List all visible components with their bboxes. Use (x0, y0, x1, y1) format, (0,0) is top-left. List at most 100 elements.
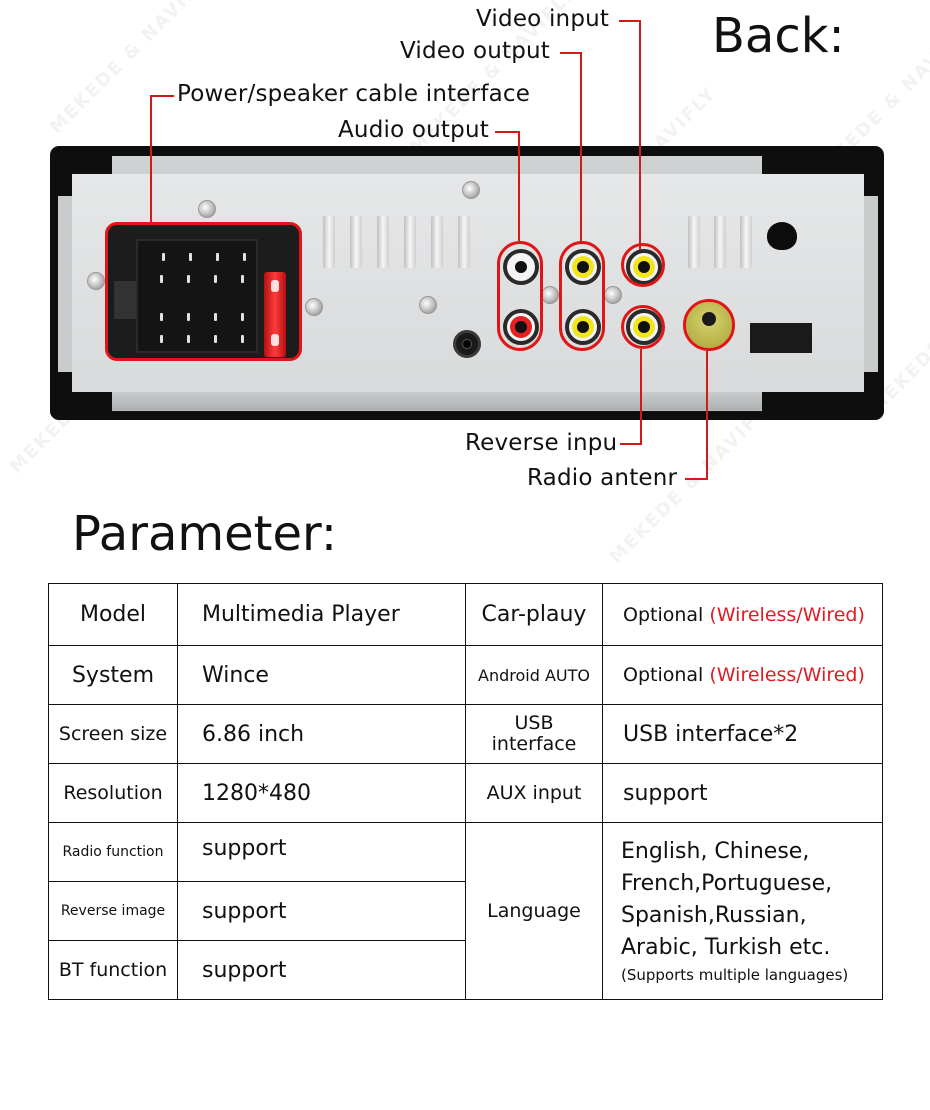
aux-hole (462, 339, 472, 349)
spec-key: Model (48, 583, 178, 646)
connector-pin (187, 335, 190, 343)
vent-slot (458, 216, 470, 268)
spec-value: Wince (177, 645, 466, 705)
screw-icon (419, 296, 437, 314)
spec-value: support (177, 940, 466, 1000)
spec-key: AUX input (465, 763, 603, 823)
spec-key: Screen size (48, 704, 178, 764)
connector-pin (243, 253, 246, 261)
fuse (264, 272, 286, 357)
connector-pin (189, 253, 192, 261)
screw-icon (198, 200, 216, 218)
language-line: Arabic, Turkish etc. (621, 935, 831, 960)
connector-pin (162, 253, 165, 261)
radio-antenna-highlight (683, 299, 735, 351)
spec-key: Car-plauy (465, 583, 603, 646)
spec-value-text: Optional (623, 664, 704, 686)
spec-key: BT function (48, 940, 178, 1000)
table-row: Resolution 1280*480 AUX input support (48, 763, 883, 823)
spec-value: support (177, 822, 466, 882)
callout-power-speaker: Power/speaker cable interface (177, 81, 531, 107)
spec-key: Resolution (48, 763, 178, 823)
language-line: French,Portuguese, (621, 871, 833, 896)
connector-pin (241, 275, 244, 283)
spec-value: 6.86 inch (177, 704, 466, 764)
spec-table: Model Multimedia Player Car-plauy Option… (48, 583, 883, 1000)
mount-hole (767, 222, 797, 250)
table-row: Model Multimedia Player Car-plauy Option… (48, 583, 883, 646)
leader-video-input (619, 20, 641, 250)
connector-pin (214, 275, 217, 283)
spec-key: Language (465, 822, 603, 1000)
connector-pin (214, 335, 217, 343)
spec-value: support (177, 881, 466, 941)
callout-audio-output: Audio output (338, 117, 489, 143)
connector-latch (114, 281, 136, 319)
connector-pin (187, 275, 190, 283)
spec-key: USB interface (465, 704, 603, 764)
language-line: Spanish,Russian, (621, 903, 807, 928)
connector-pin (214, 313, 217, 321)
audio-output-highlight (497, 241, 543, 351)
spec-key: Android AUTO (465, 645, 603, 705)
spec-value: Optional (Wireless/Wired) (602, 645, 883, 705)
spec-value: Optional (Wireless/Wired) (602, 583, 883, 646)
leader-reverse-input (620, 349, 642, 445)
reverse-input-highlight (621, 305, 665, 349)
video-output-highlight (559, 241, 605, 351)
leader-radio-antenna (685, 351, 708, 480)
screw-icon (541, 286, 559, 304)
connector-pin (241, 335, 244, 343)
connector-pin (241, 313, 244, 321)
table-row: System Wince Android AUTO Optional (Wire… (48, 645, 883, 705)
screw-icon (462, 181, 480, 199)
vent-slot (404, 216, 416, 268)
vent-slot (377, 216, 389, 268)
vent-slot (740, 216, 752, 268)
spec-key: System (48, 645, 178, 705)
screw-icon (604, 286, 622, 304)
language-note: (Supports multiple languages) (621, 966, 849, 984)
side-bracket-right (864, 196, 878, 372)
connector-pin (160, 313, 163, 321)
leader-video-output (560, 52, 582, 242)
callout-reverse-input: Reverse inpu (465, 430, 618, 456)
table-row: Screen size 6.86 inch USB interface USB … (48, 704, 883, 764)
spec-value-note: (Wireless/Wired) (709, 603, 865, 626)
connector-pin (160, 335, 163, 343)
vent-slot (714, 216, 726, 268)
spec-value-note: (Wireless/Wired) (709, 664, 865, 686)
vent-slot (431, 216, 443, 268)
connector-pin (216, 253, 219, 261)
leader-audio-output (495, 131, 520, 241)
rear-plate-bottom (112, 392, 762, 410)
back-title: Back: (712, 8, 845, 64)
parameter-title: Parameter: (72, 506, 338, 562)
spec-value-text: Optional (623, 603, 704, 626)
spec-key: Reverse image (48, 881, 178, 941)
screw-icon (87, 272, 105, 290)
leader-power-speaker (150, 95, 174, 223)
spec-value-language: English, Chinese, French,Portuguese, Spa… (602, 822, 883, 1000)
spec-value: 1280*480 (177, 763, 466, 823)
language-line: English, Chinese, (621, 839, 810, 864)
spec-value: support (602, 763, 883, 823)
spec-value: Multimedia Player (177, 583, 466, 646)
vent-slot (688, 216, 700, 268)
spec-value: USB interface*2 (602, 704, 883, 764)
spec-key: Radio function (48, 822, 178, 882)
screw-icon (305, 298, 323, 316)
connector-socket (136, 239, 258, 353)
watermark: MEKEDE & NAVIFLY (45, 0, 221, 138)
table-row: Radio function support Language English,… (48, 822, 883, 1000)
vent-slot (350, 216, 362, 268)
aux-jack (453, 330, 481, 358)
language-list: English, Chinese, French,Portuguese, Spa… (603, 836, 882, 964)
power-speaker-connector (105, 222, 302, 361)
callout-video-input: Video input (476, 6, 610, 32)
vent-slot (323, 216, 335, 268)
callout-video-output: Video output (400, 38, 551, 64)
connector-pin (160, 275, 163, 283)
fuse-contact (271, 280, 279, 292)
usb-port-label (749, 322, 813, 354)
